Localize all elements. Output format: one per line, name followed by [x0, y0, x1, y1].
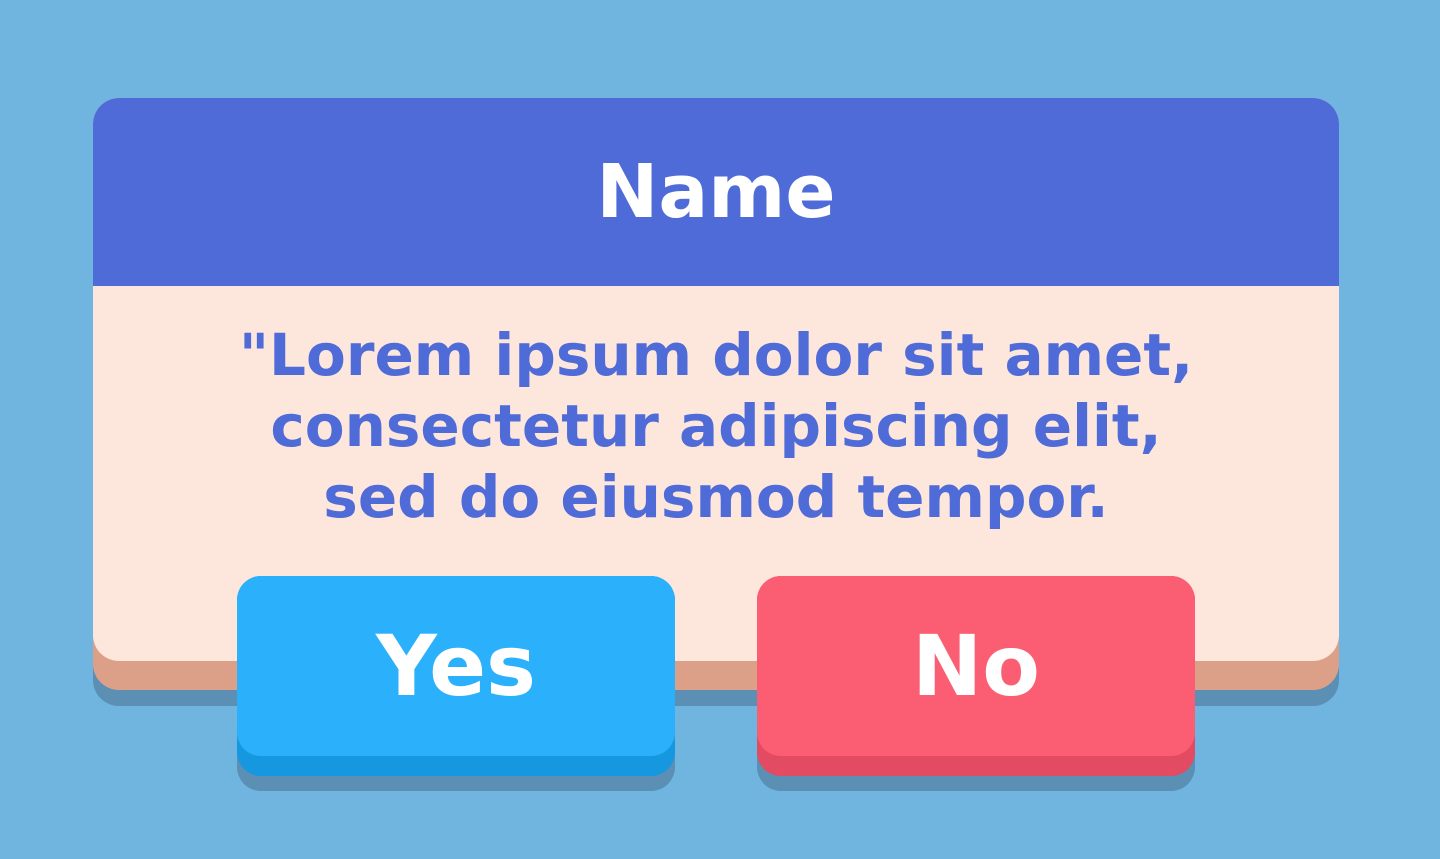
no-button-label: No [911, 617, 1040, 715]
message-line: sed do eiusmod tempor. [323, 463, 1109, 531]
dialog-message: "Lorem ipsum dolor sit amet, consectetur… [93, 320, 1339, 533]
yes-button-label: Yes [375, 617, 537, 715]
dialog-header: Name [93, 98, 1339, 286]
no-button[interactable]: No [757, 576, 1195, 791]
yes-button-face[interactable]: Yes [237, 576, 675, 756]
yes-button[interactable]: Yes [237, 576, 675, 791]
no-button-face[interactable]: No [757, 576, 1195, 756]
message-line: "Lorem ipsum dolor sit amet, [238, 321, 1194, 389]
message-line: consectetur adipiscing elit, [270, 392, 1162, 460]
dialog-title: Name [596, 149, 836, 235]
